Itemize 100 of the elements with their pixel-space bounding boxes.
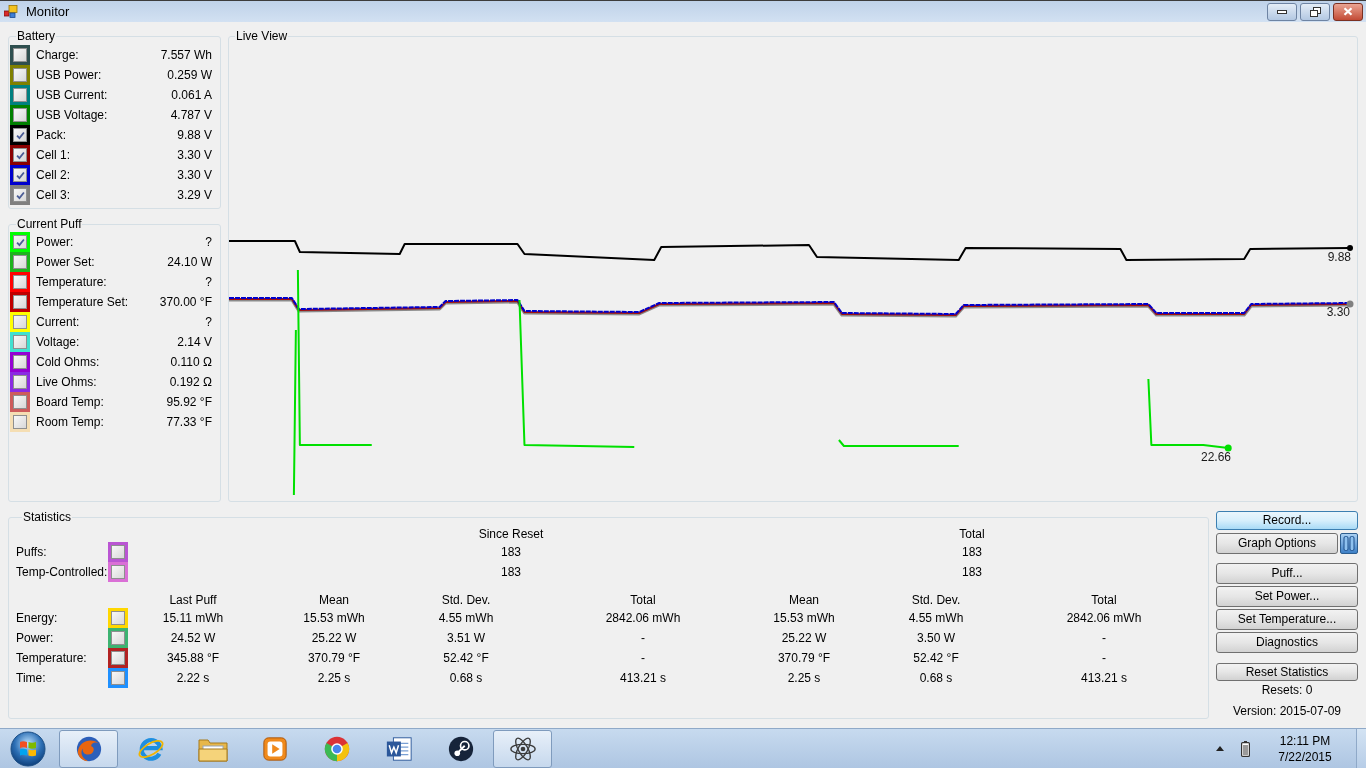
table-cell-text: 25.22 W <box>780 630 828 647</box>
table-cell-text: 2842.06 mWh <box>1065 610 1143 627</box>
reading-label: Board Temp: <box>36 394 104 411</box>
record-button[interactable]: Record... <box>1216 511 1358 530</box>
table-cell-text: 4.55 mWh <box>437 610 495 627</box>
action-button[interactable]: Set Temperature... <box>1216 608 1358 630</box>
table-cell-text: - <box>1101 650 1107 667</box>
table-cell-text: - <box>1101 630 1107 647</box>
table-cell-text: 183 <box>961 564 983 581</box>
row-label: Temp-Controlled: <box>16 564 108 581</box>
column-header: Total <box>1090 592 1118 609</box>
reading-value: 24.10 W <box>167 254 212 271</box>
table-cell-text: 3.51 W <box>446 630 486 647</box>
graph-options-button[interactable]: Graph Options <box>1216 532 1338 554</box>
taskbar-app-button[interactable] <box>493 729 552 768</box>
table-cell-text: 3.50 W <box>916 630 956 647</box>
action-button[interactable]: Set Power... <box>1216 585 1358 607</box>
reading-value: 3.30 V <box>177 147 212 164</box>
reading-label: Charge: <box>36 47 79 64</box>
reading-label: Cold Ohms: <box>36 354 100 371</box>
column-header: Std. Dev. <box>910 592 962 609</box>
reading-label: Temperature: <box>36 274 107 291</box>
round-logo-icon <box>322 734 351 763</box>
group-title: Current Puff <box>16 217 83 231</box>
reading-value: 95.92 °F <box>166 394 212 411</box>
reading-value: 0.259 W <box>167 67 212 84</box>
table-cell-text: 25.22 W <box>310 630 358 647</box>
table-cell-text: 52.42 °F <box>912 650 960 667</box>
table-cell-text: 370.79 °F <box>306 650 362 667</box>
column-header: Last Puff <box>168 592 218 609</box>
group-header: Since Reset <box>477 526 545 543</box>
restore-icon <box>1309 6 1321 17</box>
reading-label: USB Voltage: <box>36 107 108 124</box>
group-title: Live View <box>235 29 289 43</box>
reading-value: 3.30 V <box>177 167 212 184</box>
window-title: Monitor <box>26 2 70 21</box>
reading-value: 9.88 V <box>177 127 212 144</box>
reading-label: Cell 3: <box>36 187 70 204</box>
table-cell-text: 15.11 mWh <box>161 610 225 627</box>
table-cell-text: 2.22 s <box>175 670 211 687</box>
row-label: Puffs: <box>16 544 48 561</box>
reading-label: Power Set: <box>36 254 95 271</box>
reading-label: Cell 2: <box>36 167 70 184</box>
reading-label: Pack: <box>36 127 66 144</box>
action-button[interactable]: Puff... <box>1216 562 1358 584</box>
table-cell-text: - <box>640 650 646 667</box>
reading-label: Power: <box>36 234 74 251</box>
row-label: Temperature: <box>16 650 88 667</box>
group-title: Battery <box>16 29 56 43</box>
table-cell-text: 24.52 W <box>169 630 217 647</box>
show-desktop-button[interactable] <box>1356 729 1366 768</box>
reading-value: 4.787 V <box>170 107 212 124</box>
table-cell-text: 15.53 mWh <box>772 610 836 627</box>
column-header: Mean <box>318 592 350 609</box>
table-cell-text: 183 <box>500 564 522 581</box>
close-button[interactable] <box>1333 2 1363 21</box>
clock-date[interactable]: 7/22/2015 <box>1278 748 1332 765</box>
start-button[interactable] <box>8 729 48 768</box>
row-label: Time: <box>16 670 47 687</box>
reading-value: ? <box>205 314 212 331</box>
restore-button[interactable] <box>1300 2 1330 21</box>
reading-value: 2.14 V <box>177 334 212 351</box>
battery-icon[interactable] <box>1241 740 1250 757</box>
column-header: Total <box>629 592 657 609</box>
fox-globe-icon <box>74 734 103 763</box>
reading-value: 0.192 Ω <box>169 374 212 391</box>
reading-label: Temperature Set: <box>36 294 129 311</box>
table-cell-text: 370.79 °F <box>776 650 832 667</box>
reading-value: 0.110 Ω <box>170 354 212 371</box>
version-label: Version: 2015-07-09 <box>1231 703 1343 719</box>
close-icon <box>1343 7 1353 16</box>
row-label: Energy: <box>16 610 59 627</box>
chevron-up-icon <box>1216 746 1224 751</box>
table-cell-text: 183 <box>961 544 983 561</box>
reading-value: 7.557 Wh <box>160 47 212 64</box>
minimize-icon <box>1277 9 1287 14</box>
group-title: Statistics <box>22 510 72 524</box>
action-button[interactable]: Diagnostics <box>1216 631 1358 653</box>
pause-button[interactable] <box>1340 532 1358 554</box>
table-cell-text: 0.68 s <box>918 670 954 687</box>
reset-statistics-button[interactable]: Reset Statistics <box>1216 662 1358 681</box>
table-cell-text: 2.25 s <box>786 670 822 687</box>
round-emblem-icon <box>446 734 475 763</box>
row-label: Power: <box>16 630 55 647</box>
reading-label: Current: <box>36 314 80 331</box>
reading-value: 370.00 °F <box>159 294 212 311</box>
clock-time[interactable]: 12:11 PM <box>1279 732 1331 749</box>
reading-label: USB Power: <box>36 67 102 84</box>
reading-value: 0.061 A <box>171 87 212 104</box>
table-cell-text: - <box>640 630 646 647</box>
reading-label: Voltage: <box>36 334 80 351</box>
reading-label: Room Temp: <box>36 414 104 431</box>
reading-value: ? <box>205 234 212 251</box>
document-icon <box>384 734 413 763</box>
flag-icon <box>10 730 46 767</box>
table-cell-text: 2.25 s <box>316 670 352 687</box>
table-cell-text: 2842.06 mWh <box>604 610 682 627</box>
play-icon <box>261 735 288 762</box>
minimize-button[interactable] <box>1267 2 1297 21</box>
column-header: Mean <box>788 592 820 609</box>
